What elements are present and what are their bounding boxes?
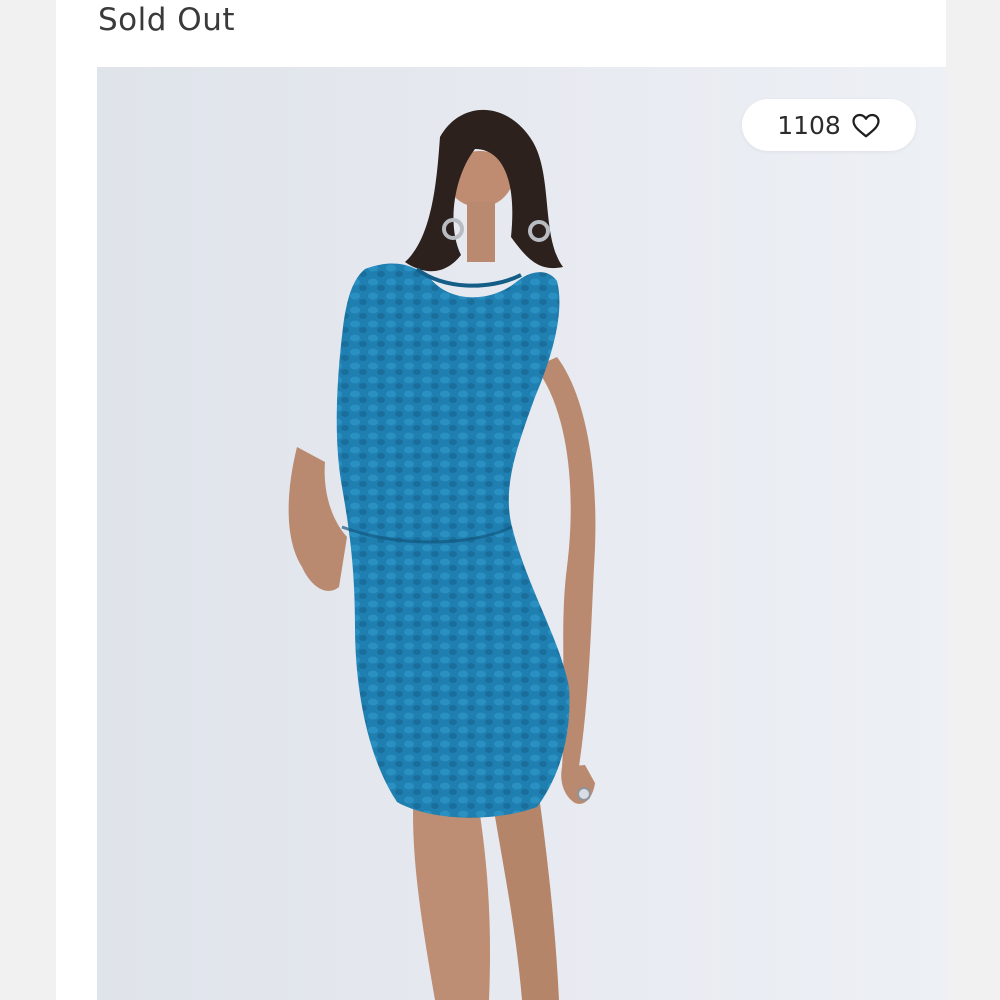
model-illustration [288,109,596,1000]
like-count: 1108 [777,110,841,140]
heart-outline-icon [852,113,880,138]
like-button[interactable]: 1108 [742,99,916,151]
product-photo[interactable] [97,67,946,1000]
sold-out-label: Sold Out [98,2,235,38]
listing-page: Sold Out 1108 [0,0,1000,1000]
